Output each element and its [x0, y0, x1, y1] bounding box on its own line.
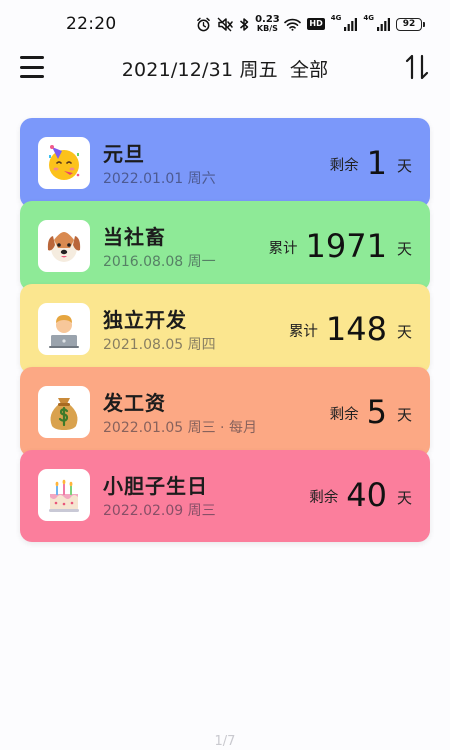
- count-number: 5: [366, 393, 387, 431]
- battery-level: 92: [402, 19, 416, 29]
- network-speed-unit: KB/S: [256, 24, 278, 33]
- countdown-card[interactable]: 当社畜 2016.08.08 周一 累计 1971 天: [20, 201, 430, 291]
- count-label: 剩余: [329, 158, 359, 174]
- dog-face-icon: [38, 220, 90, 272]
- countdown-list: 元旦 2022.01.01 周六 剩余 1 天 当社畜 2016.08.08 周…: [20, 118, 430, 542]
- status-icons: 0.23 KB/S HD 4G 4G 92: [196, 13, 425, 35]
- countdown-card[interactable]: 独立开发 2021.08.05 周四 累计 148 天: [20, 284, 430, 374]
- count-unit: 天: [396, 239, 412, 258]
- sort-button[interactable]: [404, 53, 430, 81]
- card-count: 累计 1971 天: [269, 201, 412, 291]
- count-label: 剩余: [309, 490, 339, 506]
- sort-arrows-icon: [405, 54, 429, 80]
- count-number: 1971: [305, 227, 387, 265]
- card-date: 2016.08.08 周一: [103, 254, 216, 270]
- mute-icon: [217, 17, 234, 32]
- page-title[interactable]: 2021/12/31 周五 全部: [0, 55, 450, 82]
- card-title: 元旦: [103, 142, 145, 166]
- card-title: 当社畜: [103, 225, 166, 249]
- count-label: 累计: [268, 241, 298, 257]
- alarm-icon: [196, 17, 211, 32]
- developer-laptop-icon: [38, 303, 90, 355]
- battery-icon: 92: [396, 17, 425, 31]
- countdown-card[interactable]: 小胆子生日 2022.02.09 周三 剩余 40 天: [20, 450, 430, 542]
- party-face-icon: [38, 137, 90, 189]
- count-number: 148: [325, 310, 387, 348]
- signal-1-icon: [343, 17, 358, 31]
- count-unit: 天: [396, 322, 412, 341]
- filter-label[interactable]: 全部: [290, 59, 328, 81]
- countdown-card[interactable]: 发工资 2022.01.05 周三 · 每月 剩余 5 天: [20, 367, 430, 457]
- count-label: 累计: [288, 324, 318, 340]
- app-screen: 22:20 0.23 KB/S HD 4G 4G 92 2021/12/31 周…: [0, 0, 450, 750]
- signal-2-icon: [376, 17, 390, 31]
- count-unit: 天: [396, 156, 412, 175]
- count-label: 剩余: [329, 407, 359, 423]
- status-bar: 22:20 0.23 KB/S HD 4G 4G 92: [0, 0, 450, 48]
- current-date: 2021/12/31 周五: [121, 59, 278, 81]
- card-date: 2022.02.09 周三: [103, 503, 216, 519]
- money-bag-icon: [38, 386, 90, 438]
- hd-badge: HD: [307, 18, 325, 30]
- status-time: 22:20: [66, 14, 117, 34]
- count-unit: 天: [396, 488, 412, 507]
- card-date: 2021.08.05 周四: [103, 337, 216, 353]
- card-count: 剩余 40 天: [309, 450, 412, 540]
- card-title: 小胆子生日: [103, 474, 208, 498]
- count-number: 40: [346, 476, 387, 514]
- card-count: 剩余 5 天: [330, 367, 412, 457]
- card-title: 独立开发: [103, 308, 187, 332]
- card-title: 发工资: [103, 391, 166, 415]
- bluetooth-icon: [239, 17, 250, 32]
- card-count: 累计 148 天: [289, 284, 412, 374]
- count-number: 1: [366, 144, 387, 182]
- wifi-icon: [284, 18, 302, 31]
- network-speed: 0.23 KB/S: [255, 15, 280, 33]
- header: 2021/12/31 周五 全部: [0, 48, 450, 88]
- countdown-card[interactable]: 元旦 2022.01.01 周六 剩余 1 天: [20, 118, 430, 208]
- birthday-cake-icon: [38, 469, 90, 521]
- count-unit: 天: [396, 405, 412, 424]
- card-count: 剩余 1 天: [330, 118, 412, 208]
- card-date: 2022.01.05 周三 · 每月: [103, 420, 257, 436]
- signal-1-label: 4G: [330, 14, 342, 22]
- card-date: 2022.01.01 周六: [103, 171, 216, 187]
- page-indicator: 1/7: [214, 734, 236, 749]
- signal-2-label: 4G: [363, 14, 374, 22]
